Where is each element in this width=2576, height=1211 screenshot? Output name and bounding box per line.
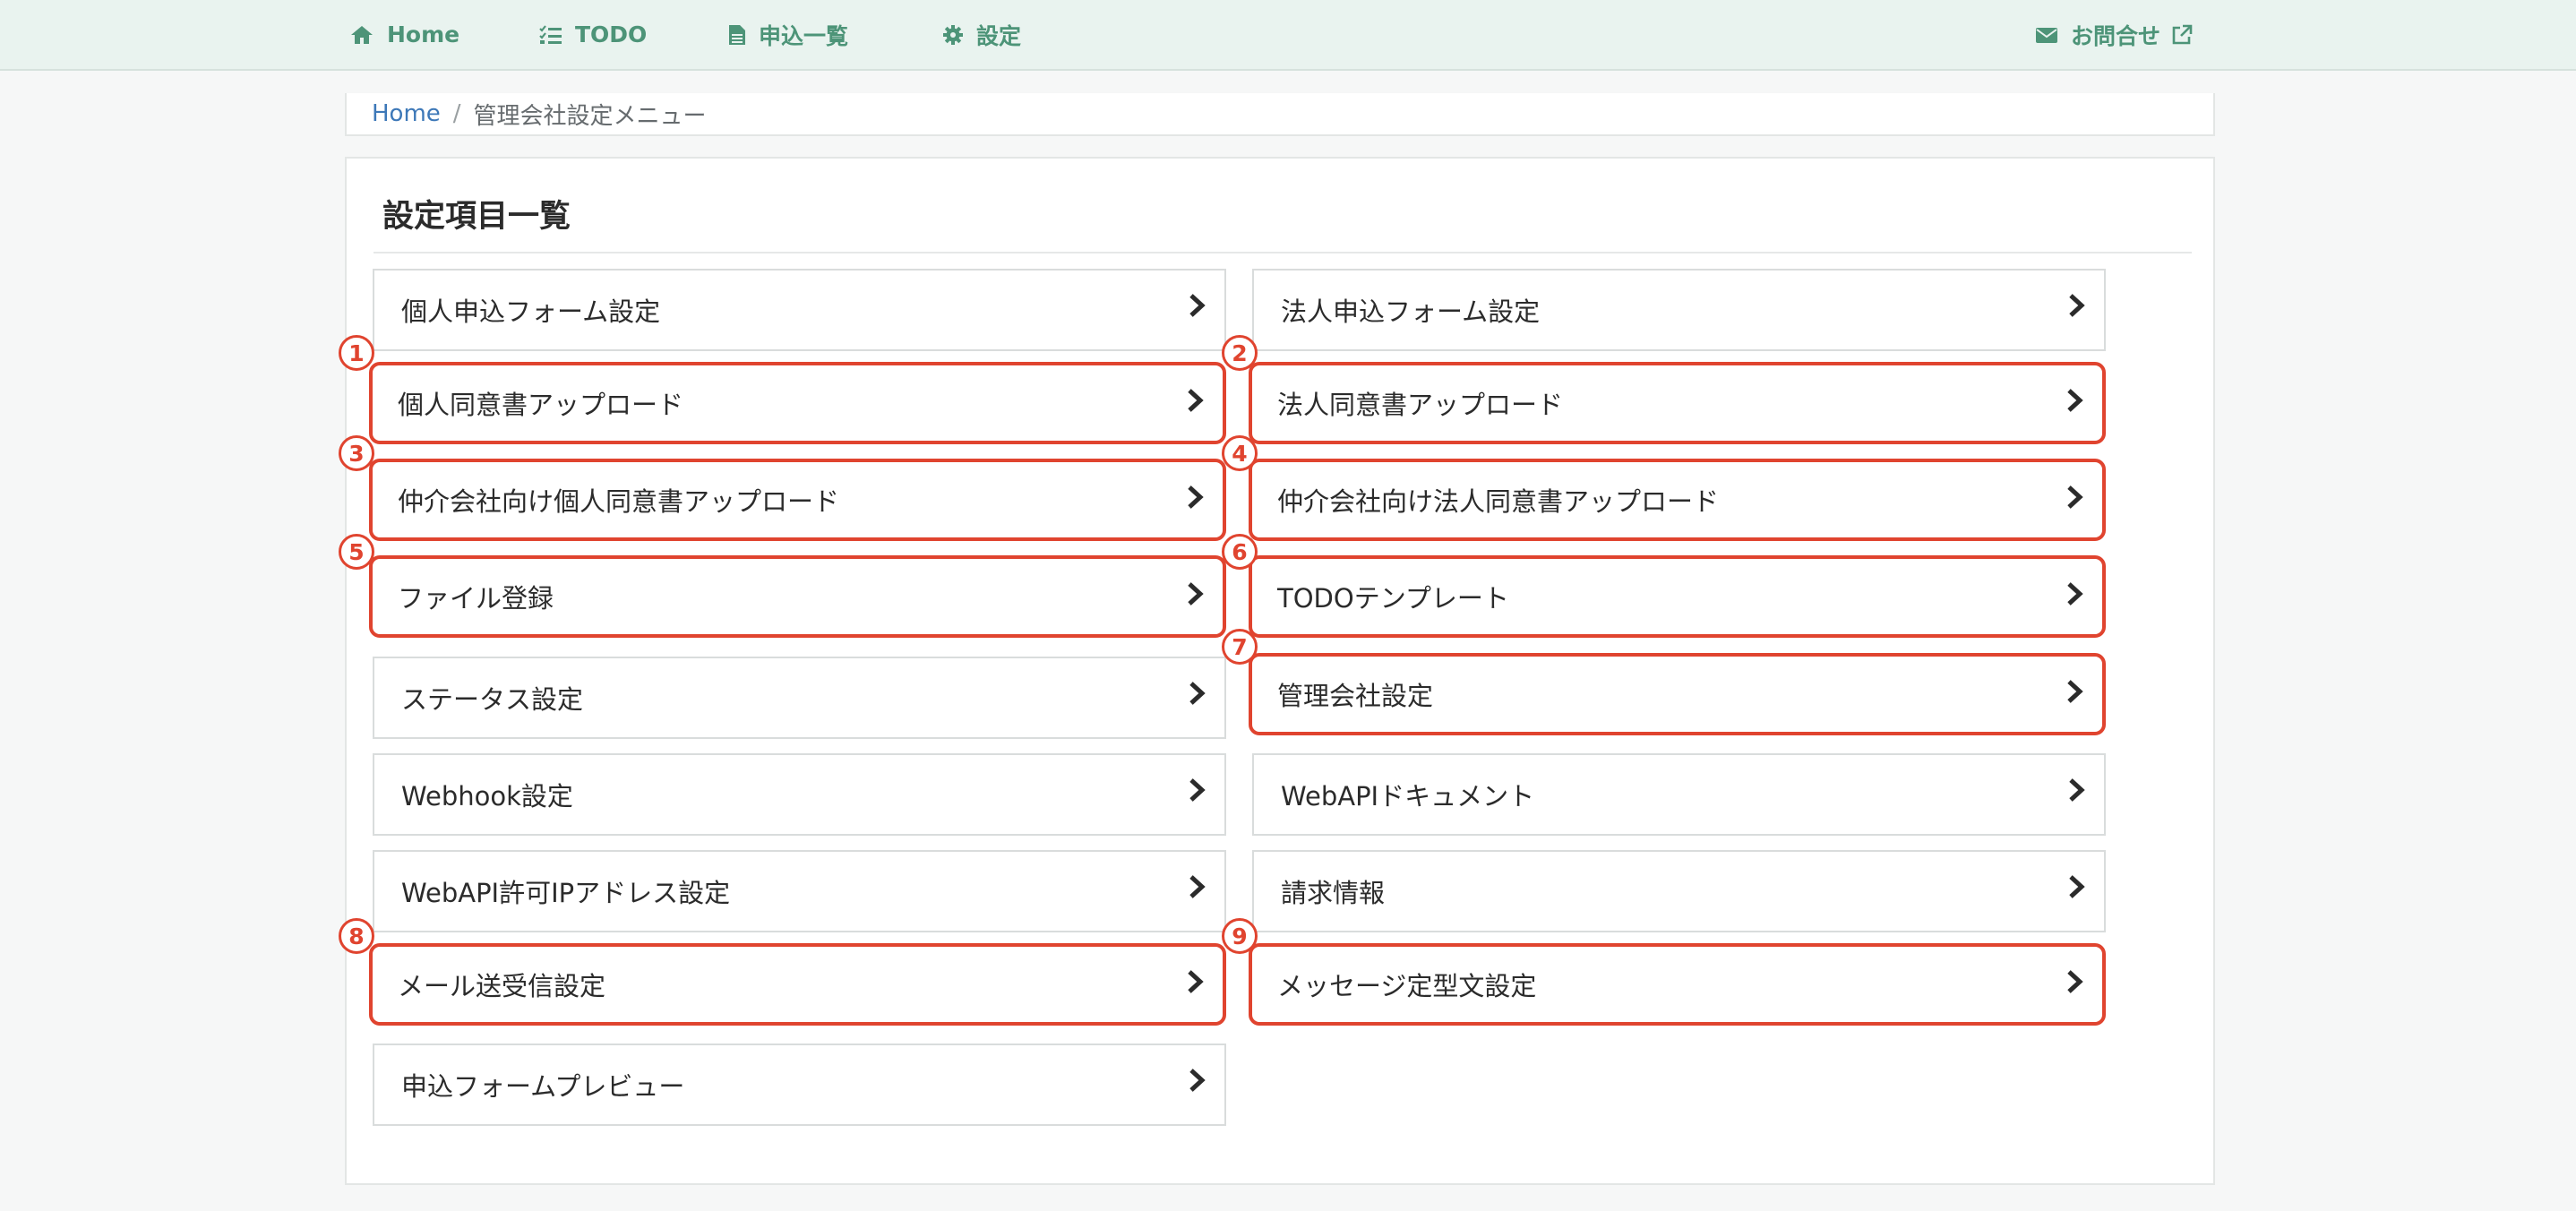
chevron-right-icon: [1185, 580, 1206, 607]
chevron-right-icon: [2065, 580, 2086, 607]
annotation-badge-4: 4: [1222, 435, 1258, 471]
menu-item-webapi-document[interactable]: WebAPIドキュメント: [1252, 753, 2106, 836]
chevron-right-icon: [2065, 678, 2086, 705]
menu-item-file-registration[interactable]: ファイル登録: [369, 555, 1226, 638]
menu-item-billing-info[interactable]: 請求情報: [1252, 850, 2106, 932]
gear-icon: [942, 24, 964, 46]
menu-item-label: 個人同意書アップロード: [398, 390, 684, 420]
nav-contact-label: お問合せ: [2071, 22, 2161, 49]
title-divider: [374, 252, 2192, 253]
menu-item-mail-settings[interactable]: メール送受信設定: [369, 943, 1226, 1026]
menu-item-label: ファイル登録: [398, 583, 554, 614]
menu-item-label: 法人申込フォーム設定: [1281, 296, 1541, 327]
menu-item-label: 仲介会社向け法人同意書アップロード: [1277, 486, 1720, 517]
menu-item-broker-individual-consent-upload[interactable]: 仲介会社向け個人同意書アップロード: [369, 459, 1226, 541]
nav-todo-label: TODO: [575, 21, 648, 47]
menu-item-label: 管理会社設定: [1277, 681, 1434, 711]
chevron-right-icon: [2066, 873, 2088, 900]
top-navbar: Home TODO 申込一覧 設定 お問合せ: [0, 0, 2576, 71]
menu-item-webhook-settings[interactable]: Webhook設定: [373, 753, 1226, 836]
menu-item-individual-consent-upload[interactable]: 個人同意書アップロード: [369, 362, 1226, 444]
chevron-right-icon: [1187, 292, 1208, 319]
chevron-right-icon: [1187, 680, 1208, 707]
chevron-right-icon: [2066, 777, 2088, 803]
home-icon: [349, 24, 374, 46]
chevron-right-icon: [1185, 484, 1206, 511]
menu-item-label: メール送受信設定: [398, 971, 606, 1001]
chevron-right-icon: [1185, 968, 1206, 995]
nav-applications-label: 申込一覧: [759, 22, 849, 49]
chevron-right-icon: [1185, 387, 1206, 414]
menu-item-management-company-settings[interactable]: 管理会社設定: [1249, 653, 2106, 735]
checklist-icon: [539, 24, 562, 45]
chevron-right-icon: [1187, 777, 1208, 803]
menu-item-status-settings[interactable]: ステータス設定: [373, 657, 1226, 739]
annotation-badge-9: 9: [1222, 918, 1258, 954]
menu-item-label: TODOテンプレート: [1277, 583, 1509, 614]
breadcrumb-home-link[interactable]: Home: [372, 100, 441, 127]
menu-item-individual-form-settings[interactable]: 個人申込フォーム設定: [373, 269, 1226, 351]
nav-applications[interactable]: 申込一覧: [728, 0, 848, 69]
nav-home-label: Home: [387, 21, 460, 47]
menu-item-label: 法人同意書アップロード: [1277, 390, 1564, 420]
menu-item-label: ステータス設定: [401, 684, 584, 715]
chevron-right-icon: [1187, 873, 1208, 900]
menu-item-form-preview[interactable]: 申込フォームプレビュー: [373, 1044, 1226, 1126]
breadcrumb-separator: /: [452, 100, 461, 127]
menu-item-label: WebAPIドキュメント: [1281, 781, 1535, 812]
chevron-right-icon: [2065, 484, 2086, 511]
annotation-badge-3: 3: [339, 435, 374, 471]
external-link-icon: [2171, 24, 2193, 46]
nav-contact[interactable]: お問合せ: [2035, 0, 2193, 69]
document-icon: [728, 24, 746, 46]
menu-item-todo-template[interactable]: TODOテンプレート: [1249, 555, 2106, 638]
annotation-badge-6: 6: [1222, 534, 1258, 570]
chevron-right-icon: [2066, 292, 2088, 319]
menu-item-message-template-settings[interactable]: メッセージ定型文設定: [1249, 943, 2106, 1026]
annotation-badge-1: 1: [339, 335, 374, 371]
envelope-icon: [2035, 26, 2058, 44]
menu-item-label: メッセージ定型文設定: [1277, 971, 1537, 1001]
nav-settings[interactable]: 設定: [942, 0, 1021, 69]
nav-settings-label: 設定: [976, 22, 1022, 49]
nav-home[interactable]: Home: [349, 0, 459, 69]
breadcrumb: Home / 管理会社設定メニュー: [345, 93, 2215, 136]
menu-item-label: 仲介会社向け個人同意書アップロード: [398, 486, 840, 517]
nav-todo[interactable]: TODO: [539, 0, 647, 69]
menu-item-corporate-form-settings[interactable]: 法人申込フォーム設定: [1252, 269, 2106, 351]
menu-item-webapi-ip-settings[interactable]: WebAPI許可IPアドレス設定: [373, 850, 1226, 932]
annotation-badge-8: 8: [339, 918, 374, 954]
menu-item-corporate-consent-upload[interactable]: 法人同意書アップロード: [1249, 362, 2106, 444]
breadcrumb-current: 管理会社設定メニュー: [473, 102, 707, 130]
menu-item-broker-corporate-consent-upload[interactable]: 仲介会社向け法人同意書アップロード: [1249, 459, 2106, 541]
chevron-right-icon: [2065, 968, 2086, 995]
menu-item-label: Webhook設定: [401, 781, 573, 812]
menu-item-label: 個人申込フォーム設定: [401, 296, 661, 327]
menu-item-label: 申込フォームプレビュー: [401, 1071, 685, 1102]
annotation-badge-2: 2: [1222, 335, 1258, 371]
annotation-badge-7: 7: [1222, 629, 1258, 665]
chevron-right-icon: [1187, 1067, 1208, 1094]
chevron-right-icon: [2065, 387, 2086, 414]
annotation-badge-5: 5: [339, 534, 374, 570]
page-title: 設定項目一覧: [382, 199, 571, 235]
menu-item-label: WebAPI許可IPアドレス設定: [401, 878, 731, 908]
menu-item-label: 請求情報: [1281, 878, 1386, 908]
